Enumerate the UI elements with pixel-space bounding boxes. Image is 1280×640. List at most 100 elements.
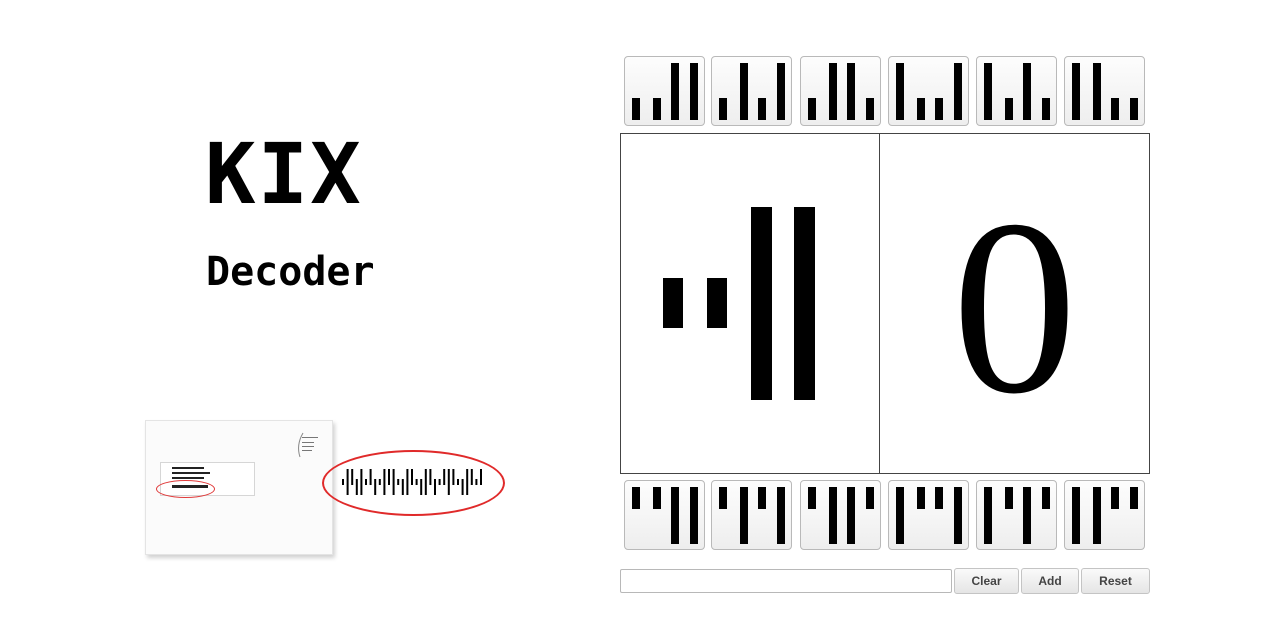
key-bar-f [1093,63,1101,120]
key-bar-f [777,63,785,120]
address-line [172,467,204,469]
decoded-character: 0 [952,168,1077,446]
clear-button[interactable]: Clear [954,568,1019,594]
bar-short [663,278,683,328]
barcode-bar [365,479,367,485]
key-bar-f [740,63,748,120]
kix-symbol-top-5-icon[interactable] [976,56,1057,126]
bar-full [751,207,772,400]
kix-symbol-bottom-3-icon[interactable] [800,480,881,550]
address-line [172,477,204,479]
key-bar-s [1042,98,1050,120]
kix-symbol-bottom-1-icon[interactable] [624,480,705,550]
key-bar-f [777,487,785,544]
kix-symbol-top-4-icon[interactable] [888,56,969,126]
barcode-bar [406,469,409,495]
key-bar-h [808,487,816,509]
app-subtitle: Decoder [206,249,375,295]
envelope-barcode-highlight [156,480,215,498]
key-bar-f [1093,487,1101,544]
barcode-bar [388,469,390,485]
kix-symbol-bottom-6-icon[interactable] [1064,480,1145,550]
key-bar-f [847,63,855,120]
key-bar-h [935,487,943,509]
barcode-bar [346,469,349,495]
barcode-bar [383,469,386,495]
decoder-display: 0 [620,133,1150,474]
barcode-bar [475,479,478,485]
key-bar-f [896,63,904,120]
kix-symbol-bottom-4-icon[interactable] [888,480,969,550]
kix-symbol-top-1-icon[interactable] [624,56,705,126]
key-bar-s [1005,98,1013,120]
address-line [172,472,210,474]
key-bar-s [719,98,727,120]
barcode-bar [457,479,459,485]
kix-symbol-top-3-icon[interactable] [800,56,881,126]
barcode-bar [374,479,377,495]
key-bar-f [1023,487,1031,544]
barcode-bar [397,479,400,485]
barcode-bar [392,469,395,495]
postage-mark [294,431,330,459]
key-bar-s [866,98,874,120]
barcode-bar [452,469,455,485]
barcode-bar [355,479,358,495]
input-row: Clear Add Reset [620,568,1150,594]
key-bar-f [671,487,679,544]
barcode-bar [434,479,436,495]
key-bar-s [808,98,816,120]
app-title: KIX [205,125,363,223]
barcode-bar [411,469,413,485]
key-bar-f [740,487,748,544]
key-bar-f [829,487,837,544]
bar-short [707,278,727,328]
key-bar-f [1072,63,1080,120]
barcode-bar [466,469,469,495]
key-bar-h [653,487,661,509]
decoded-character-pane: 0 [880,134,1149,473]
key-bar-f [1072,487,1080,544]
key-bar-f [829,63,837,120]
kix-symbol-top-6-icon[interactable] [1064,56,1145,126]
key-bar-f [984,63,992,120]
key-bar-f [954,63,962,120]
barcode-bar [378,479,381,485]
barcode-bar [443,469,446,485]
add-button[interactable]: Add [1021,568,1079,594]
kix-symbol-top-2-icon[interactable] [711,56,792,126]
barcode-bar [480,469,482,485]
key-bar-h [917,487,925,509]
key-bar-s [917,98,925,120]
key-bar-f [1023,63,1031,120]
key-bar-f [690,63,698,120]
barcode-bar [351,469,354,485]
key-bar-s [653,98,661,120]
kix-symbol-bottom-2-icon[interactable] [711,480,792,550]
reset-button[interactable]: Reset [1081,568,1150,594]
kix-symbol-bottom-5-icon[interactable] [976,480,1057,550]
barcode-bar [470,469,473,485]
key-bar-s [632,98,640,120]
key-bar-h [1130,487,1138,509]
barcode-bar [438,479,441,485]
bar-full [794,207,815,400]
key-bar-f [671,63,679,120]
barcode-bar [424,469,427,495]
code-input[interactable] [620,569,952,593]
key-bar-f [954,487,962,544]
kix-barcode-sample [342,469,482,495]
barcode-bar [401,479,404,495]
key-bar-h [632,487,640,509]
selected-symbol-pane [621,134,880,473]
barcode-bar [429,469,432,485]
barcode-bar [461,479,464,495]
key-bar-s [758,98,766,120]
barcode-bar [360,469,363,495]
key-bar-h [719,487,727,509]
barcode-bar [342,479,344,485]
key-bar-f [896,487,904,544]
barcode-bar [369,469,372,485]
key-bar-h [1111,487,1119,509]
key-bar-s [935,98,943,120]
